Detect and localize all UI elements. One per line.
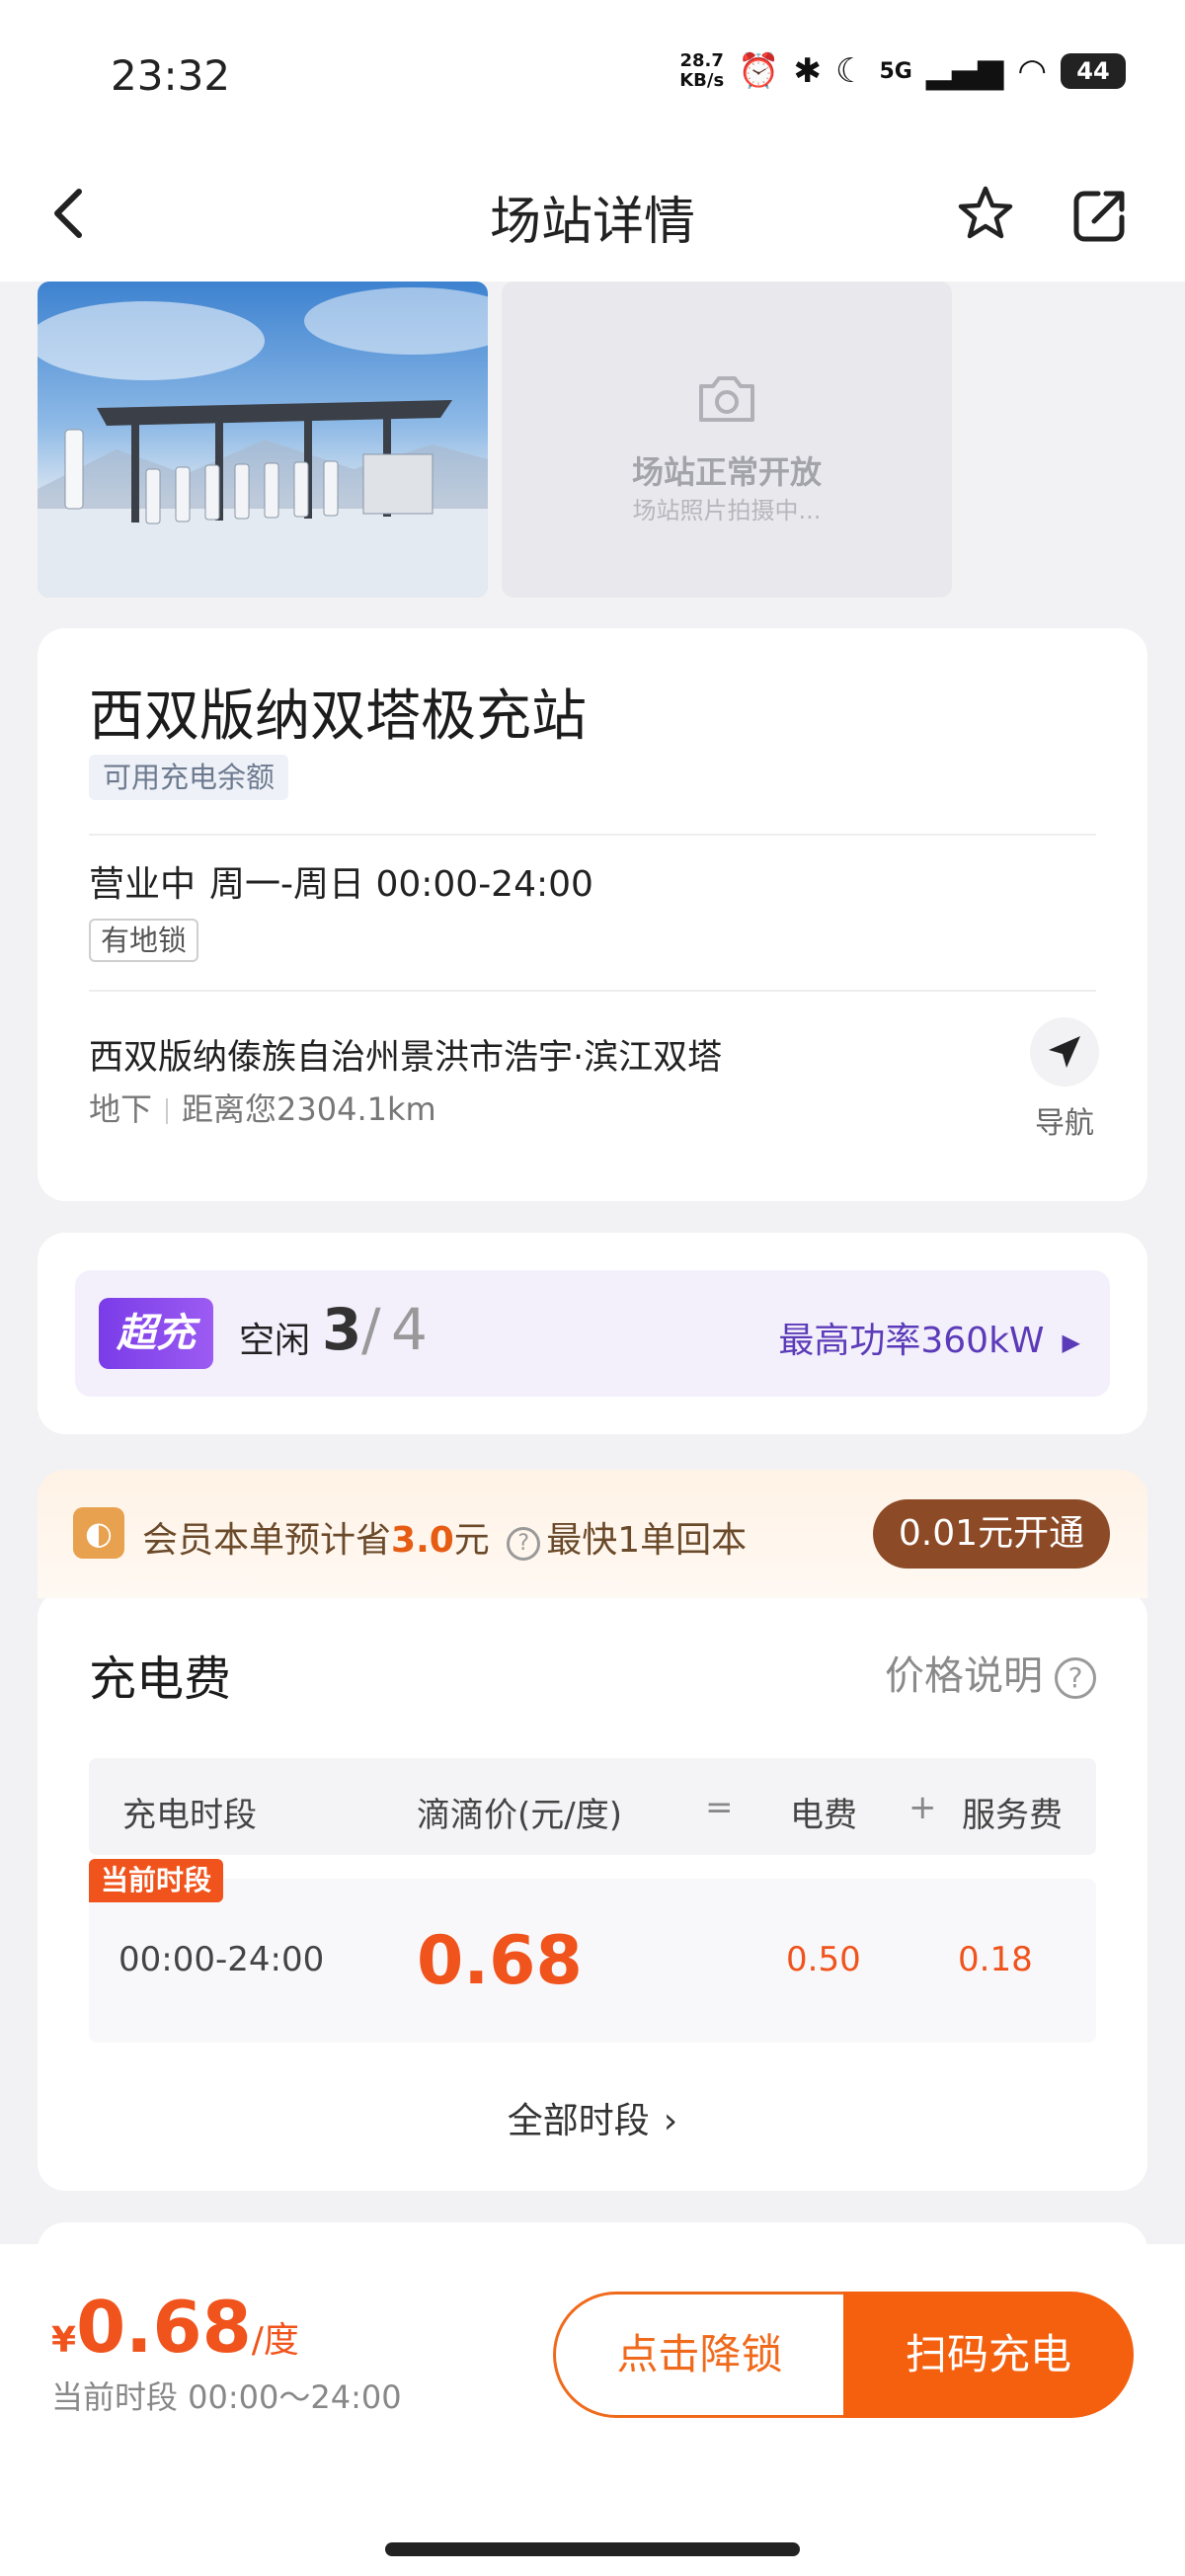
distance-label: 距离您2304.1km — [182, 1090, 436, 1128]
header-plus: + — [908, 1788, 937, 1827]
caret-right-icon: ▶ — [1062, 1328, 1080, 1356]
placeholder-subtitle: 场站照片拍摄中... — [632, 497, 822, 524]
member-savings-text: 会员本单预计省3.0元 ? 最快1单回本 — [142, 1520, 748, 1561]
total-count: 4 — [391, 1296, 428, 1363]
savings-amount: 3.0 — [391, 1520, 454, 1561]
unlock-lock-button[interactable]: 点击降锁 — [553, 2292, 843, 2418]
alarm-icon: ⏰ — [738, 51, 780, 91]
row-price: 0.68 — [417, 1922, 583, 2000]
price-unit: /度 — [251, 2320, 299, 2361]
header-service: 服务费 — [962, 1796, 1063, 1835]
home-indicator[interactable] — [385, 2542, 800, 2556]
status-time: 23:32 — [111, 51, 231, 100]
separator — [166, 1098, 169, 1124]
action-buttons: 点击降锁 扫码充电 — [553, 2292, 1134, 2418]
question-icon: ? — [1055, 1657, 1096, 1699]
idle-count: 3 — [322, 1296, 362, 1363]
question-icon[interactable]: ? — [507, 1527, 541, 1561]
navigation-arrow-icon — [1049, 1036, 1080, 1068]
station-info-card: 西双版纳双塔极充站 可用充电余额 营业中 周一-周日 00:00-24:00 有地… — [38, 628, 1147, 1201]
header-didi-price: 滴滴价(元/度) — [417, 1796, 622, 1835]
scan-charge-button[interactable]: 扫码充电 — [843, 2292, 1134, 2418]
navigate-button[interactable]: 导航 — [1025, 1017, 1104, 1142]
row-service: 0.18 — [958, 1940, 1033, 1979]
star-icon — [958, 186, 1013, 239]
floor-label: 地下 — [89, 1090, 153, 1128]
opening-days-hours: 周一-周日 00:00-24:00 — [209, 864, 593, 905]
price-value: 0.68 — [76, 2286, 252, 2369]
price-explain-link[interactable]: 价格说明? — [885, 1644, 1096, 1701]
divider — [89, 834, 1096, 836]
idle-label: 空闲 — [239, 1321, 311, 1361]
member-activate-button[interactable]: 0.01元开通 — [873, 1499, 1110, 1569]
all-periods-link[interactable]: 全部时段 › — [38, 2092, 1147, 2143]
row-electricity: 0.50 — [786, 1940, 861, 1979]
battery-icon: 44 — [1061, 53, 1126, 89]
nav-bar: 场站详情 — [0, 148, 1185, 282]
wifi-icon: ◠ — [1017, 51, 1047, 91]
row-period: 00:00-24:00 — [118, 1940, 325, 1979]
station-photos: 场站正常开放 场站照片拍摄中... — [38, 282, 952, 598]
header-electricity: 电费 — [790, 1796, 857, 1835]
status-icons: 28.7 KB/s ⏰ ✱ ☾ 5G ▂▄▆ ◠ 44 — [679, 51, 1126, 91]
favorite-button[interactable] — [954, 184, 1017, 247]
share-button[interactable] — [1070, 186, 1134, 245]
location-detail: 地下 距离您2304.1km — [89, 1085, 436, 1130]
divider — [89, 990, 1096, 992]
station-photo-illustration — [38, 287, 488, 598]
placeholder-title: 场站正常开放 — [631, 453, 822, 491]
header-period: 充电时段 — [122, 1796, 257, 1835]
camera-icon — [699, 376, 754, 422]
station-address: 西双版纳傣族自治州景洪市浩宇·滨江双塔 — [89, 1038, 723, 1078]
share-icon — [1073, 191, 1125, 242]
business-hours: 营业中 周一-周日 00:00-24:00 — [89, 855, 593, 907]
idle-separator: / — [361, 1296, 381, 1363]
bottom-action-bar: ¥0.68/度 当前时段 00:00～24:00 点击降锁 扫码充电 — [0, 2244, 1185, 2576]
photo-placeholder: 场站正常开放 场站照片拍摄中... — [502, 282, 952, 598]
table-row: 当前时段 00:00-24:00 0.68 0.50 0.18 — [89, 1859, 1096, 2043]
moon-icon: ☾ — [835, 51, 866, 91]
fee-table-header: 充电时段 滴滴价(元/度) = 电费 + 服务费 — [89, 1758, 1096, 1855]
open-status: 营业中 — [89, 864, 197, 905]
member-gift-icon: ◐ — [73, 1507, 124, 1559]
member-promo-bar: ◐ 会员本单预计省3.0元 ? 最快1单回本 0.01元开通 — [38, 1470, 1147, 1598]
super-charge-badge: 超充 — [99, 1298, 213, 1369]
fee-card: 充电费 价格说明? 充电时段 滴滴价(元/度) = 电费 + 服务费 当前时段 … — [38, 1590, 1147, 2191]
charger-availability[interactable]: 超充 空闲 3 / 4 最高功率360kW ▶ — [75, 1270, 1110, 1397]
network-speed: 28.7 KB/s — [679, 50, 725, 91]
max-power: 最高功率360kW ▶ — [778, 1321, 1080, 1361]
navigate-label: 导航 — [1035, 1106, 1094, 1141]
station-name: 西双版纳双塔极充站 — [89, 684, 587, 749]
bluetooth-icon: ✱ — [793, 51, 823, 91]
cellular-bars-icon: ▂▄▆ — [925, 51, 1004, 91]
chevron-right-icon: › — [663, 2101, 678, 2141]
status-bar: 23:32 28.7 KB/s ⏰ ✱ ☾ 5G ▂▄▆ ◠ 44 — [0, 0, 1185, 148]
payback-text: 最快1单回本 — [546, 1520, 748, 1561]
ground-lock-tag: 有地锁 — [89, 919, 199, 962]
charger-card: 超充 空闲 3 / 4 最高功率360kW ▶ — [38, 1233, 1147, 1434]
currency-symbol: ¥ — [51, 2320, 77, 2361]
header-equals: = — [705, 1788, 734, 1827]
fee-title: 充电费 — [89, 1651, 232, 1707]
signal-icon: 5G — [879, 58, 912, 84]
bottom-price: ¥0.68/度 — [51, 2286, 299, 2369]
balance-tag: 可用充电余额 — [89, 755, 289, 800]
station-photo[interactable] — [38, 282, 488, 598]
current-period-tag: 当前时段 — [89, 1859, 224, 1902]
bottom-period: 当前时段 00:00～24:00 — [51, 2378, 402, 2416]
